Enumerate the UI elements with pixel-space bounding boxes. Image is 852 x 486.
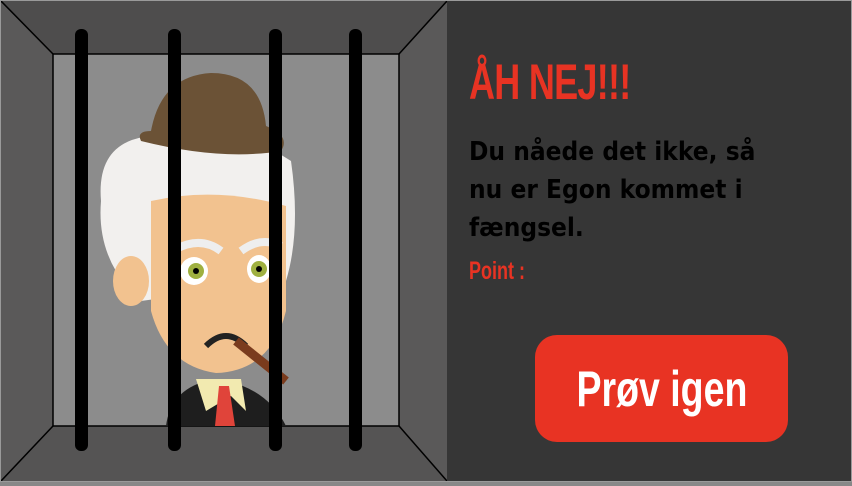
game-over-message: Du nåede det ikke, så nu er Egon kommet …: [469, 133, 811, 247]
game-over-panel: ÅH NEJ!!! Du nåede det ikke, så nu er Eg…: [447, 1, 851, 481]
game-frame: ÅH NEJ!!! Du nåede det ikke, så nu er Eg…: [0, 0, 852, 482]
message-text: Du nåede det ikke, så nu er Egon kommet …: [469, 137, 756, 243]
retry-button-label: Prøv igen: [576, 360, 747, 417]
game-over-title: ÅH NEJ!!!: [469, 54, 631, 110]
retry-button[interactable]: Prøv igen: [535, 335, 788, 442]
jail-illustration: [0, 0, 448, 482]
jail-scene: [0, 0, 448, 482]
points-label: Point :: [469, 257, 525, 285]
points-display: Point :: [469, 257, 525, 286]
